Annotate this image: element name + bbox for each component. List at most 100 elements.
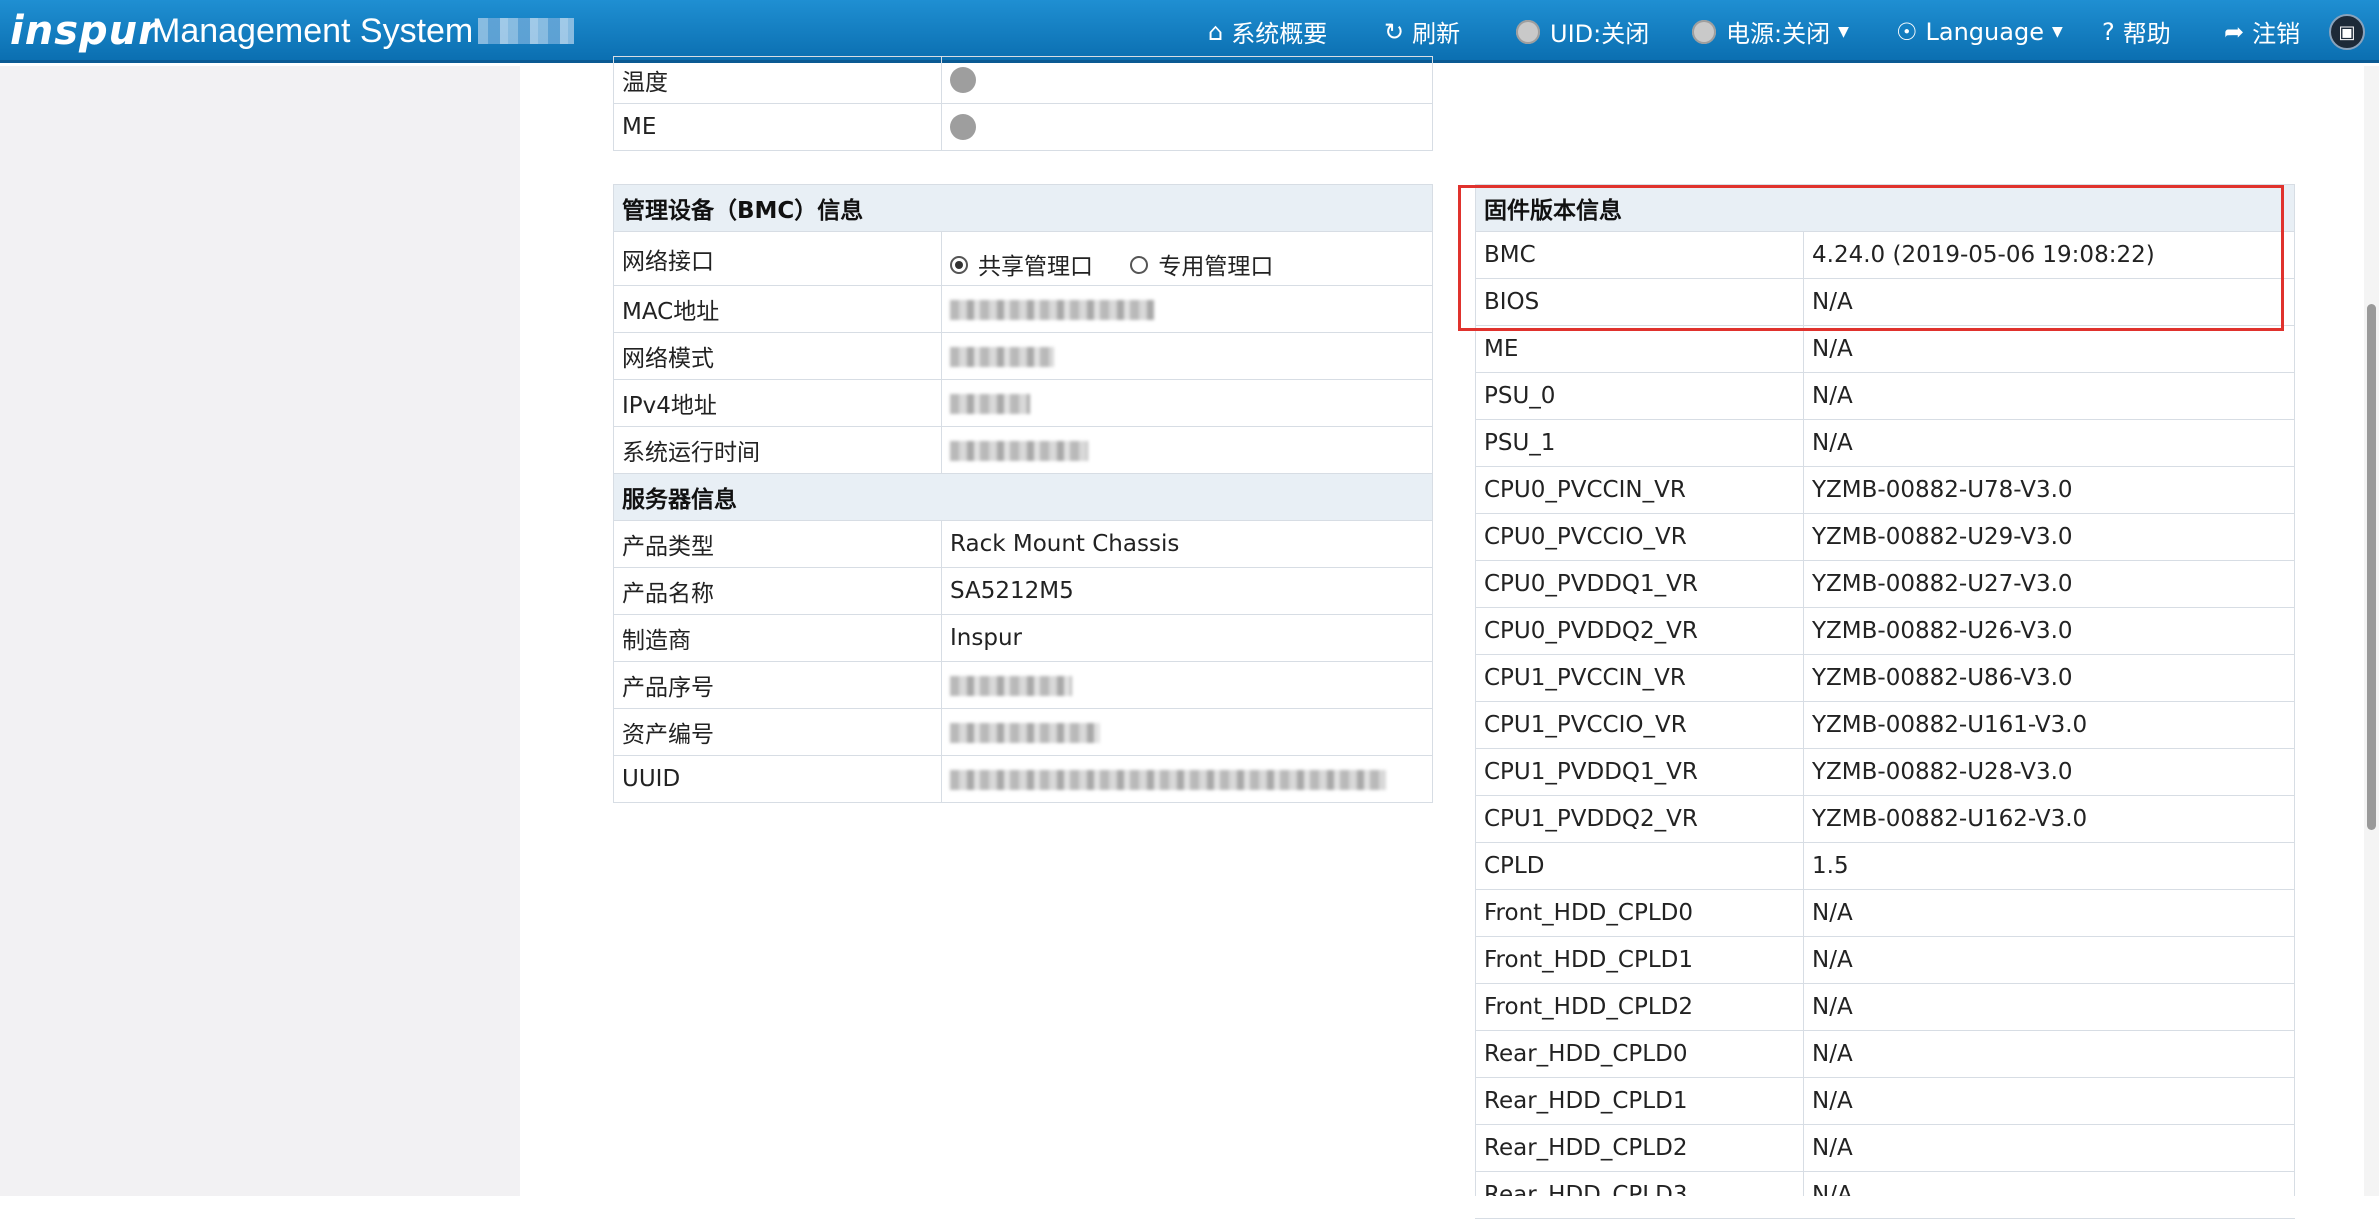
row-label: 产品类型 [613,520,942,568]
table-row: ME [613,103,1433,151]
row-value [941,103,1433,151]
table-row: PSU_1 N/A [1475,419,2295,467]
row-label: CPU1_PVDDQ1_VR [1475,748,1804,796]
redacted-value [941,755,1433,803]
help-icon: ? [2102,17,2115,46]
row-value: YZMB-00882-U162-V3.0 [1803,795,2295,843]
row-value: N/A [1803,1124,2295,1172]
radio-dedicated-port[interactable]: 专用管理口 [1130,254,1273,280]
row-label: MAC地址 [613,285,942,333]
radio-shared-port[interactable]: 共享管理口 [950,254,1100,280]
row-label: 制造商 [613,614,942,662]
row-value: SA5212M5 [941,567,1433,615]
row-label: PSU_1 [1475,419,1804,467]
table-row: Front_HDD_CPLD2 N/A [1475,983,2295,1031]
bmc-section-title: 管理设备（BMC）信息 [613,184,1433,232]
row-value: YZMB-00882-U161-V3.0 [1803,701,2295,749]
globe-icon: ☉ [1896,17,1918,46]
table-row: Rear_HDD_CPLD1 N/A [1475,1077,2295,1125]
table-row: 产品类型 Rack Mount Chassis [613,520,1433,568]
chevron-down-icon: ▼ [1838,23,1849,40]
row-value: N/A [1803,936,2295,984]
nav-logout[interactable]: ➦ 注销 [2224,0,2300,63]
row-label: PSU_0 [1475,372,1804,420]
server-section-title: 服务器信息 [613,473,1433,521]
table-row: Front_HDD_CPLD1 N/A [1475,936,2295,984]
row-value: N/A [1803,889,2295,937]
row-label: CPU0_PVCCIN_VR [1475,466,1804,514]
redacted-value [941,661,1433,709]
table-row: 资产编号 [613,708,1433,756]
row-value: N/A [1803,983,2295,1031]
fullscreen-icon[interactable]: ▣ [2329,14,2365,50]
row-label: CPU1_PVDDQ2_VR [1475,795,1804,843]
table-row: 系统运行时间 [613,426,1433,474]
table-row: CPU0_PVDDQ1_VR YZMB-00882-U27-V3.0 [1475,560,2295,608]
row-value: YZMB-00882-U26-V3.0 [1803,607,2295,655]
nav-language[interactable]: ☉ Language ▼ [1896,0,2063,63]
nav-language-label: Language [1925,17,2044,46]
row-label: 网络接口 [613,231,942,286]
top-bar: inspur Management System ⌂ 系统概要 ↻ 刷新 UID… [0,0,2379,63]
table-row: Front_HDD_CPLD0 N/A [1475,889,2295,937]
nav-refresh[interactable]: ↻ 刷新 [1384,0,1460,63]
refresh-icon: ↻ [1384,17,1405,46]
row-value: YZMB-00882-U28-V3.0 [1803,748,2295,796]
network-interface-options: 共享管理口 专用管理口 [941,231,1433,286]
nav-uid[interactable]: UID:关闭 [1516,0,1649,63]
row-value: 1.5 [1803,842,2295,890]
row-value: N/A [1803,372,2295,420]
table-row: CPU1_PVCCIN_VR YZMB-00882-U86-V3.0 [1475,654,2295,702]
nav-power-label: 电源:关闭 [1726,20,1831,48]
row-label: ME [613,103,942,151]
row-label: CPLD [1475,842,1804,890]
nav-help-label: 帮助 [2122,20,2171,48]
nav-uid-label: UID:关闭 [1550,20,1650,48]
nav-power[interactable]: 电源:关闭 ▼ [1692,0,1849,63]
row-label: BIOS [1475,278,1804,326]
row-value: N/A [1803,1030,2295,1078]
left-sidebar [0,66,520,1196]
table-row: CPU0_PVCCIN_VR YZMB-00882-U78-V3.0 [1475,466,2295,514]
row-value: YZMB-00882-U27-V3.0 [1803,560,2295,608]
system-title: Management System [152,12,474,50]
table-row: CPU1_PVDDQ2_VR YZMB-00882-U162-V3.0 [1475,795,2295,843]
firmware-table: 固件版本信息 BMC 4.24.0 (2019-05-06 19:08:22) BI… [1475,184,2295,1219]
table-row: Rear_HDD_CPLD2 N/A [1475,1124,2295,1172]
row-label: CPU0_PVDDQ2_VR [1475,607,1804,655]
row-label: CPU1_PVCCIN_VR [1475,654,1804,702]
table-row: 产品序号 [613,661,1433,709]
row-value: N/A [1803,278,2295,326]
row-value: Inspur [941,614,1433,662]
redacted-value [941,285,1433,333]
row-value: YZMB-00882-U29-V3.0 [1803,513,2295,561]
table-row: PSU_0 N/A [1475,372,2295,420]
nav-overview[interactable]: ⌂ 系统概要 [1208,0,1327,63]
table-row: Rear_HDD_CPLD0 N/A [1475,1030,2295,1078]
status-table: 温度 ME [613,56,1433,151]
table-row: CPU0_PVDDQ2_VR YZMB-00882-U26-V3.0 [1475,607,2295,655]
row-label: Front_HDD_CPLD2 [1475,983,1804,1031]
table-row: CPU0_PVCCIO_VR YZMB-00882-U29-V3.0 [1475,513,2295,561]
row-label: 系统运行时间 [613,426,942,474]
row-label: 产品名称 [613,567,942,615]
row-label: CPU0_PVCCIO_VR [1475,513,1804,561]
nav-help[interactable]: ? 帮助 [2102,0,2171,63]
row-label: Rear_HDD_CPLD2 [1475,1124,1804,1172]
radio-label: 专用管理口 [1158,253,1274,280]
bottom-strip [0,1196,2379,1218]
table-row: BMC 4.24.0 (2019-05-06 19:08:22) [1475,231,2295,279]
scrollbar[interactable] [2364,66,2379,1218]
redacted-hostname [478,18,574,44]
nav-logout-label: 注销 [2252,20,2301,48]
scrollbar-thumb[interactable] [2367,304,2376,830]
bmc-server-table: 管理设备（BMC）信息 网络接口 共享管理口 专用管理口 MAC地址 网络模式 … [613,184,1433,803]
nav-overview-label: 系统概要 [1231,20,1328,48]
table-row: CPU1_PVCCIO_VR YZMB-00882-U161-V3.0 [1475,701,2295,749]
table-row: 产品名称 SA5212M5 [613,567,1433,615]
chevron-down-icon: ▼ [2051,23,2063,40]
table-row: 网络模式 [613,332,1433,380]
row-value: N/A [1803,325,2295,373]
row-value: N/A [1803,419,2295,467]
table-row: UUID [613,755,1433,803]
